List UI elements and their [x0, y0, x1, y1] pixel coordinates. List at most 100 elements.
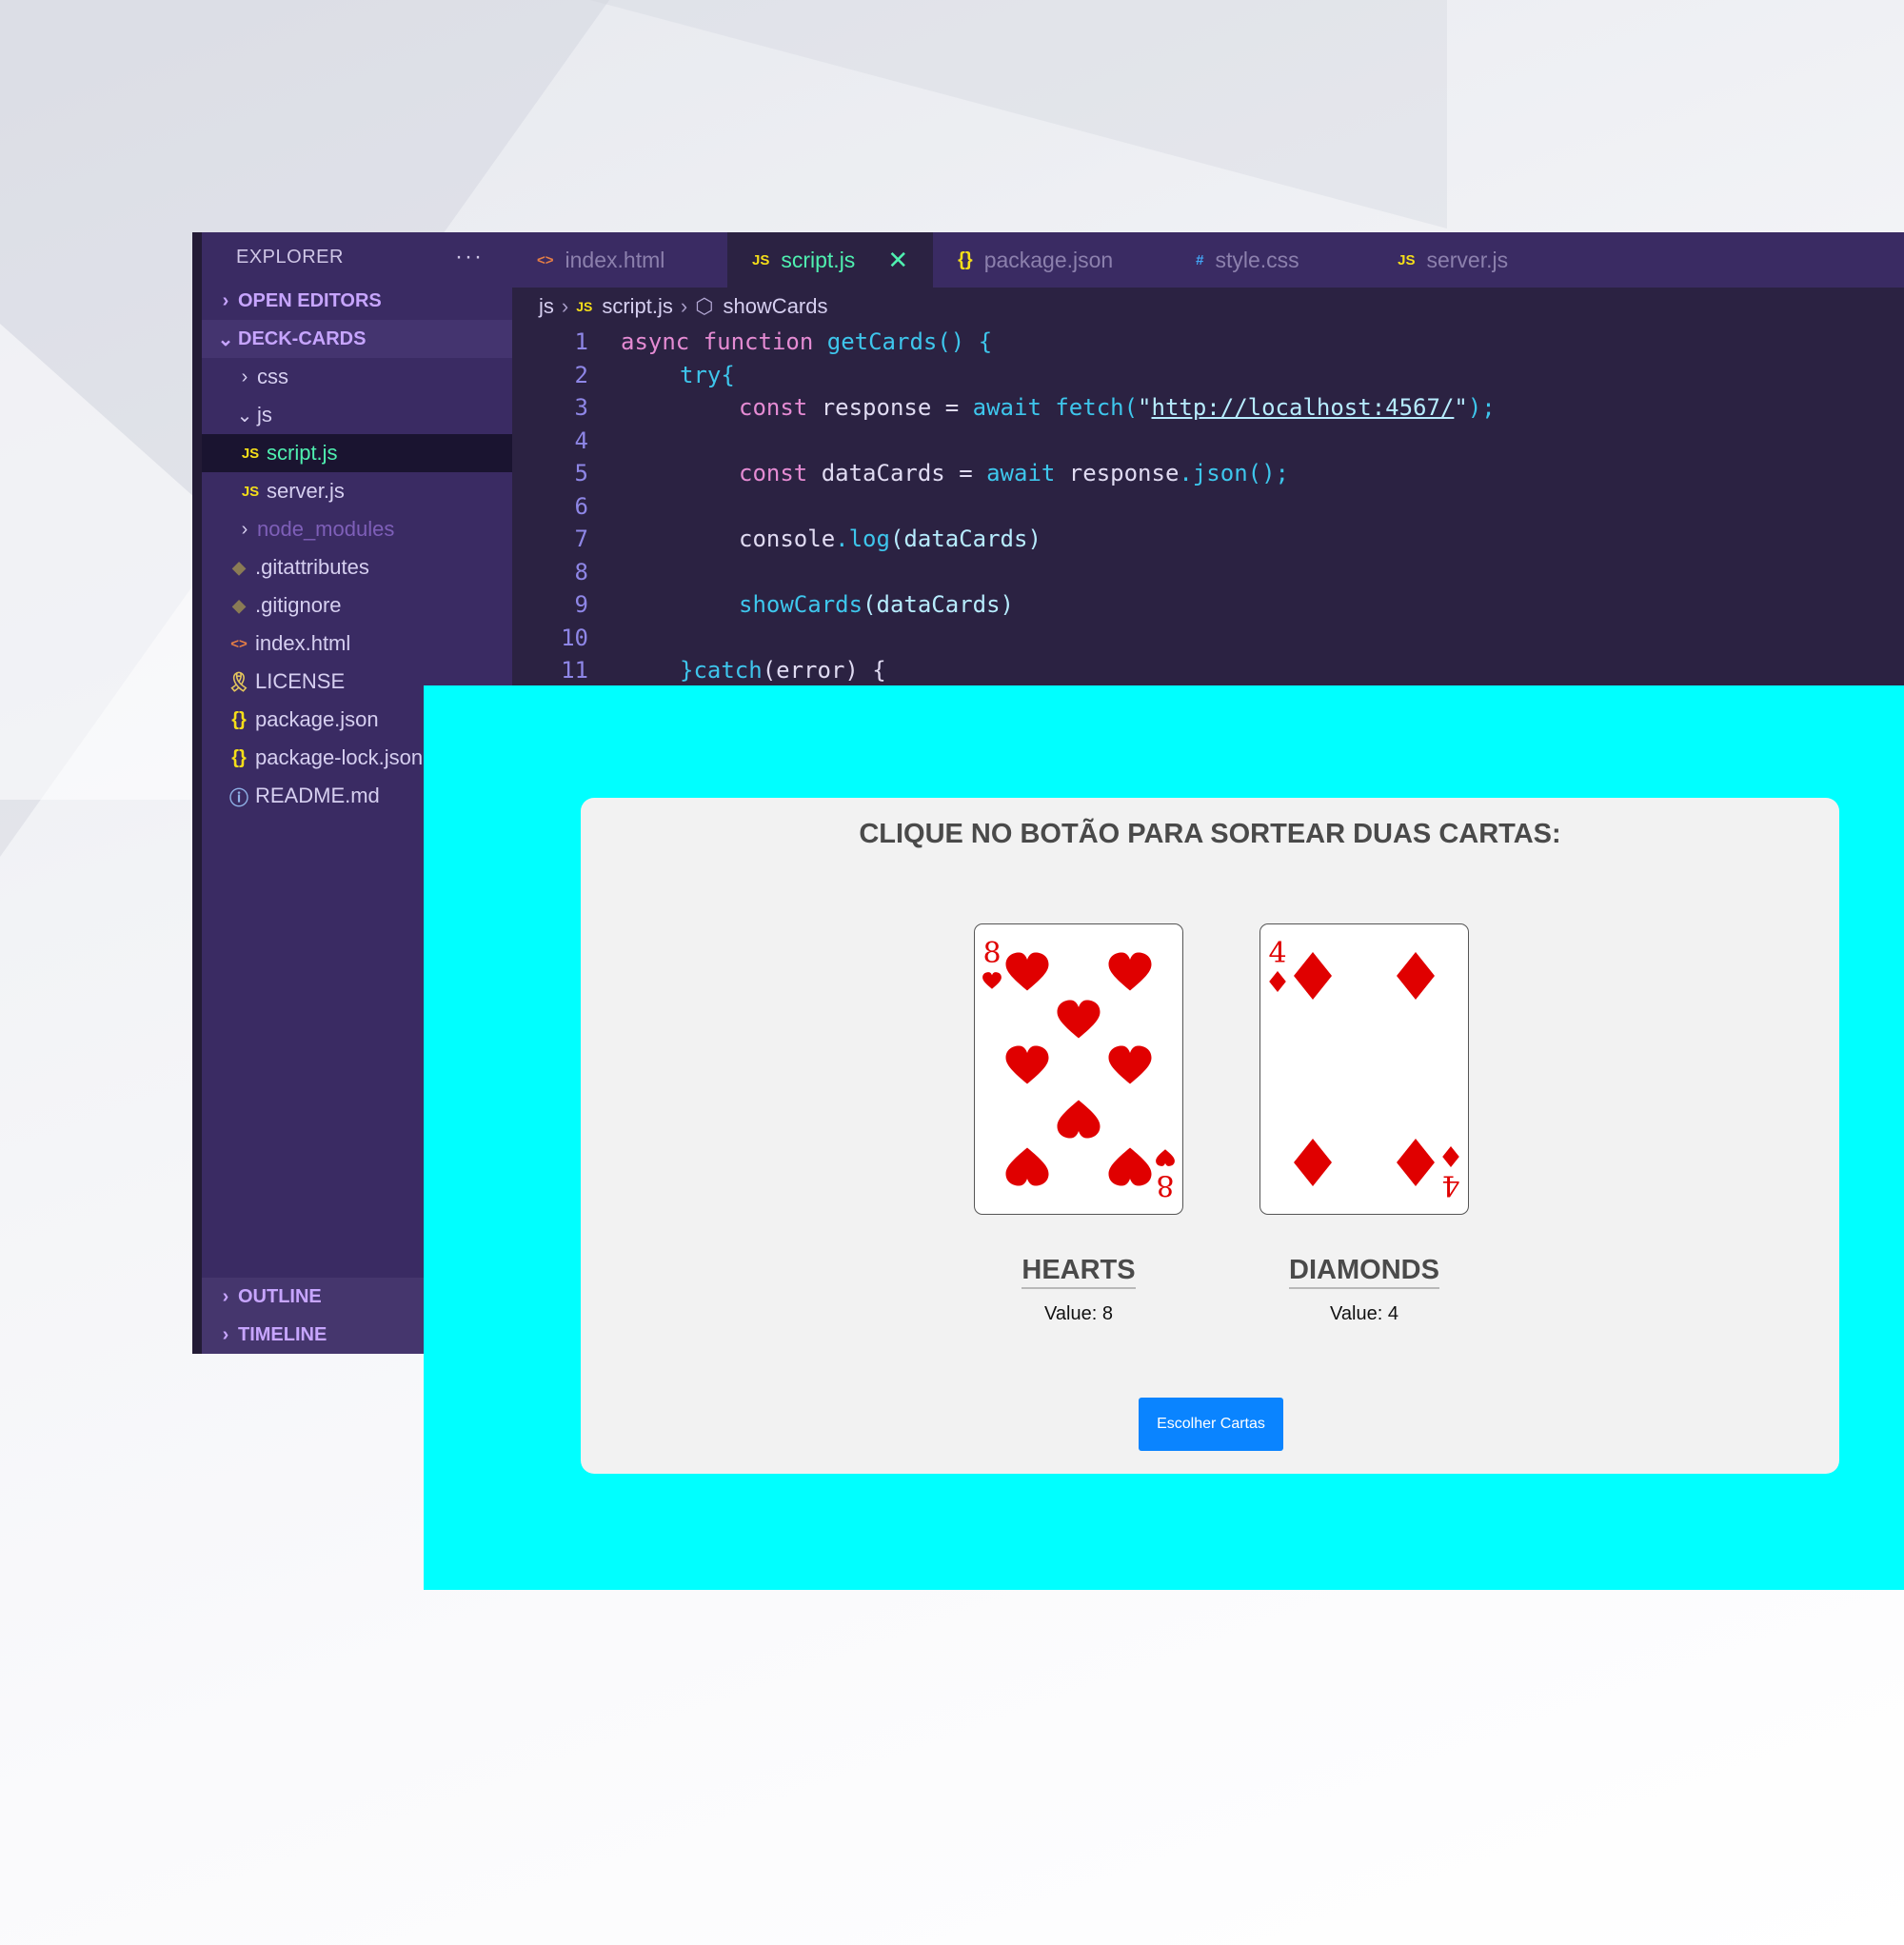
code-text: try{ — [680, 361, 735, 388]
chevron-down-icon: ⌄ — [236, 405, 253, 427]
tab-bar: <> index.html JS script.js ✕ {} package.… — [512, 232, 1904, 288]
line-number: 8 — [574, 558, 588, 585]
tab-label: style.css — [1215, 247, 1299, 272]
diamond-icon — [1294, 952, 1332, 1000]
breadcrumb-folder[interactable]: js — [539, 294, 554, 319]
breadcrumb-file[interactable]: script.js — [602, 294, 673, 319]
diamond-icon — [1397, 1139, 1435, 1186]
diamond-icon — [1397, 952, 1435, 1000]
line-number: 9 — [574, 591, 588, 619]
breadcrumb: js › JS script.js › ⬡ showCards — [512, 288, 1904, 326]
tab-index-html[interactable]: <> index.html — [512, 232, 727, 288]
diamond-icon — [1442, 1146, 1459, 1167]
open-editors-section[interactable]: › OPEN EDITORS — [202, 282, 512, 320]
background-facet — [590, 0, 1447, 228]
heart-icon — [1005, 952, 1049, 991]
open-editors-label: OPEN EDITORS — [238, 289, 382, 311]
code-text: async function getCards() { — [621, 328, 993, 356]
line-number: 3 — [574, 394, 588, 422]
info-file-icon: ⓘ — [229, 787, 248, 809]
code-text: const dataCards = await response.json(); — [739, 460, 1289, 487]
tab-server-js[interactable]: JS server.js — [1373, 232, 1533, 288]
chevron-right-icon: › — [222, 1323, 229, 1345]
code-editor[interactable]: 1 async function getCards() { 2 try{ 3 c… — [512, 326, 1904, 687]
code-text: const response = await fetch("http://loc… — [739, 394, 1496, 422]
js-file-icon: JS — [752, 251, 770, 268]
code-line: 2 try{ — [512, 359, 1904, 392]
tree-file-gitattributes[interactable]: ◆ .gitattributes — [202, 548, 512, 586]
folder-label: node_modules — [257, 517, 395, 541]
code-line: 4 — [512, 425, 1904, 458]
heart-icon — [1108, 1147, 1152, 1186]
card-value: Value: 4 — [1330, 1303, 1398, 1324]
chevron-right-icon: › — [241, 366, 248, 387]
file-label: README.md — [255, 784, 380, 807]
project-section[interactable]: ⌄ DECK-CARDS — [202, 320, 512, 358]
file-label: index.html — [255, 631, 351, 655]
code-line: 9 showCards(dataCards) — [512, 588, 1904, 622]
tab-script-js[interactable]: JS script.js ✕ — [727, 232, 934, 288]
heart-icon — [1005, 1147, 1049, 1186]
file-label: script.js — [267, 441, 338, 465]
code-line: 11 }catch(error) { — [512, 654, 1904, 687]
tree-folder-node-modules[interactable]: › node_modules — [202, 510, 512, 548]
draw-cards-button[interactable]: Escolher Cartas — [1139, 1398, 1283, 1451]
code-text: showCards(dataCards) — [739, 591, 1014, 619]
js-file-icon: JS — [241, 483, 260, 500]
html-file-icon: <> — [230, 635, 248, 652]
line-number: 10 — [561, 624, 588, 651]
json-file-icon: {} — [231, 708, 247, 730]
heart-icon — [1057, 1000, 1101, 1039]
card-rank-index: 8 — [982, 937, 1001, 970]
line-number: 2 — [574, 361, 588, 388]
folder-label: css — [257, 365, 288, 388]
line-number: 1 — [574, 328, 588, 356]
js-file-icon: JS — [1398, 251, 1416, 268]
line-number: 7 — [574, 526, 588, 553]
tree-folder-css[interactable]: › css — [202, 358, 512, 396]
tree-file-index-html[interactable]: <> index.html — [202, 625, 512, 663]
json-file-icon: {} — [958, 248, 973, 270]
playing-card-image: 44 — [1259, 923, 1469, 1215]
playing-card-image: 88 — [974, 923, 1183, 1215]
project-label: DECK-CARDS — [238, 327, 367, 349]
card-suit: DIAMONDS — [1259, 1255, 1469, 1289]
heart-icon — [1005, 1045, 1049, 1084]
code-line: 8 — [512, 556, 1904, 589]
line-number: 6 — [574, 492, 588, 520]
file-label: package.json — [255, 707, 379, 731]
card-slot: 88 HEARTS Value: 8 — [974, 923, 1183, 1325]
more-actions-icon[interactable]: ··· — [455, 244, 484, 270]
tree-file-server-js[interactable]: JS server.js — [202, 472, 512, 510]
js-file-icon: JS — [241, 445, 260, 462]
code-line: 5 const dataCards = await response.json(… — [512, 457, 1904, 490]
code-line: 1 async function getCards() { — [512, 326, 1904, 359]
diamond-icon — [1294, 1139, 1332, 1186]
chevron-right-icon: › — [680, 294, 688, 318]
file-label: .gitignore — [255, 593, 342, 617]
heart-icon: 88 — [982, 937, 1175, 1201]
diamond-icon: 44 — [1268, 937, 1459, 1201]
tree-folder-js[interactable]: ⌄ js — [202, 396, 512, 434]
code-text: }catch(error) { — [680, 657, 886, 685]
code-line: 7 console.log(dataCards) — [512, 523, 1904, 556]
code-line: 3 const response = await fetch("http://l… — [512, 391, 1904, 425]
git-file-icon: ◆ — [232, 557, 246, 577]
tree-file-script-js[interactable]: JS script.js — [202, 434, 512, 472]
chevron-right-icon: › — [222, 1285, 229, 1307]
tab-label: index.html — [565, 247, 665, 272]
explorer-title: EXPLORER — [236, 246, 344, 268]
close-icon[interactable]: ✕ — [887, 246, 908, 275]
tree-file-gitignore[interactable]: ◆ .gitignore — [202, 586, 512, 625]
file-label: .gitattributes — [255, 555, 369, 579]
tab-style-css[interactable]: # style.css — [1171, 232, 1373, 288]
breadcrumb-symbol[interactable]: showCards — [723, 294, 827, 319]
card-suit: HEARTS — [974, 1255, 1183, 1289]
tab-package-json[interactable]: {} package.json — [933, 232, 1171, 288]
chevron-right-icon: › — [222, 289, 229, 311]
json-file-icon: {} — [231, 746, 247, 768]
browser-app-viewport: CLIQUE NO BOTÃO PARA SORTEAR DUAS CARTAS… — [424, 685, 1904, 1590]
html-file-icon: <> — [537, 251, 554, 268]
chevron-down-icon: ⌄ — [217, 328, 234, 350]
card-draw-panel: CLIQUE NO BOTÃO PARA SORTEAR DUAS CARTAS… — [581, 798, 1839, 1474]
